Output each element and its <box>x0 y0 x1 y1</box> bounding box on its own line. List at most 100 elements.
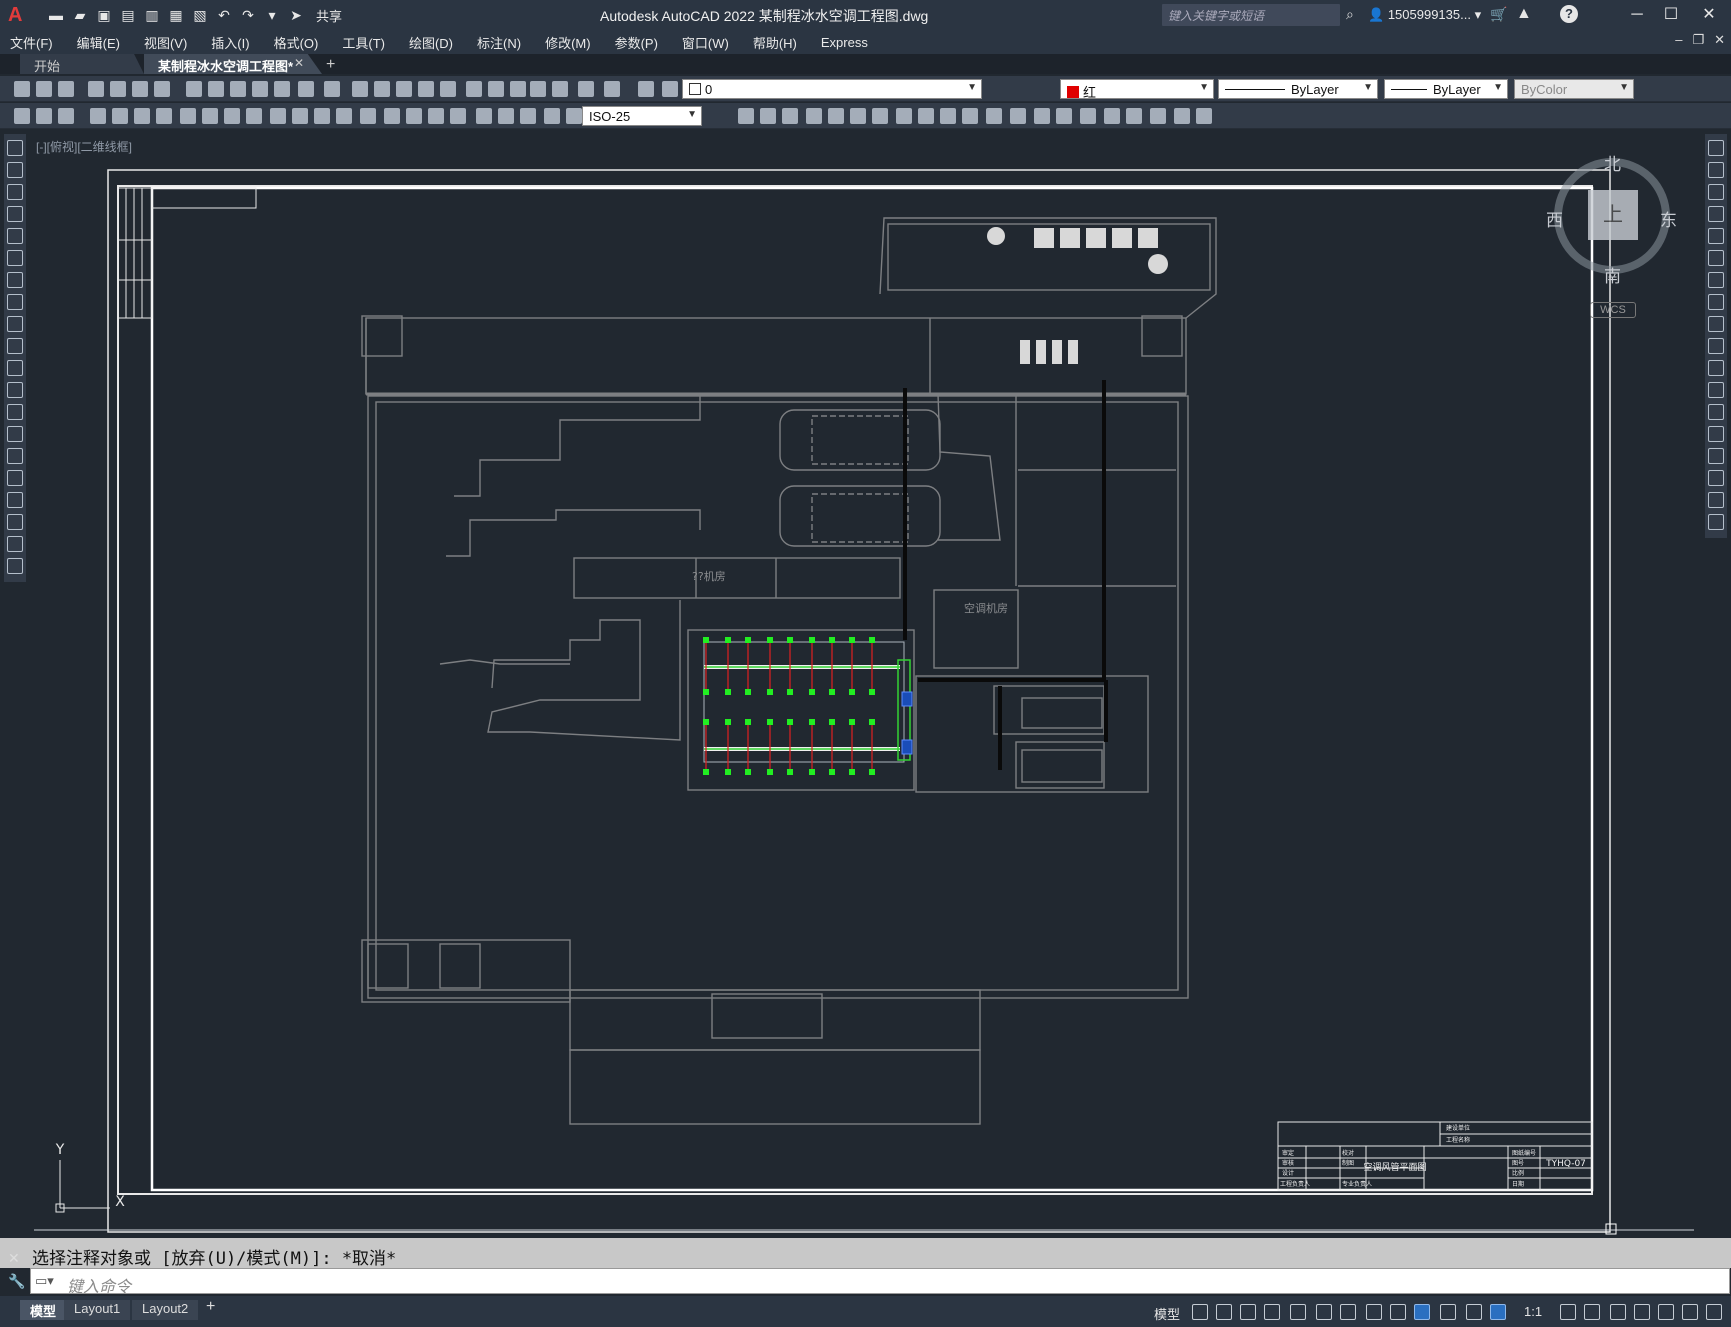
selection-grip[interactable] <box>869 637 875 643</box>
viewcube-west[interactable]: 西 <box>1546 206 1563 231</box>
draw-tool-icon[interactable] <box>7 140 23 156</box>
selection-grip[interactable] <box>767 637 773 643</box>
status-toggle-icon[interactable] <box>1584 1304 1600 1320</box>
status-toggle-icon[interactable] <box>1340 1304 1356 1320</box>
close-command-line-icon[interactable]: ✕ <box>8 1250 20 1267</box>
selection-grip[interactable] <box>849 769 855 775</box>
selection-grip[interactable] <box>829 719 835 725</box>
tab-model[interactable]: 模型 <box>20 1300 67 1320</box>
draw-tool-icon[interactable] <box>7 558 23 574</box>
draw-tool-icon[interactable] <box>7 360 23 376</box>
draw-tool-icon[interactable] <box>7 294 23 310</box>
modify-tool-icon[interactable] <box>1708 338 1724 354</box>
draw-tool-icon[interactable] <box>7 514 23 530</box>
status-toggle-icon[interactable] <box>1440 1304 1456 1320</box>
selection-grip[interactable] <box>829 689 835 695</box>
selection-grip[interactable] <box>703 769 709 775</box>
selection-grip[interactable] <box>725 769 731 775</box>
selection-grip[interactable] <box>745 689 751 695</box>
modify-tool-icon[interactable] <box>1708 272 1724 288</box>
selection-grip[interactable] <box>809 769 815 775</box>
modify-tool-icon[interactable] <box>1708 316 1724 332</box>
draw-tool-icon[interactable] <box>7 448 23 464</box>
status-toggle-icon[interactable] <box>1560 1304 1576 1320</box>
draw-tool-icon[interactable] <box>7 404 23 420</box>
selection-grip[interactable] <box>809 637 815 643</box>
modify-tool-icon[interactable] <box>1708 184 1724 200</box>
modify-tool-icon[interactable] <box>1708 404 1724 420</box>
selection-grip[interactable] <box>767 689 773 695</box>
customize-wrench-icon[interactable]: 🔧 <box>8 1273 25 1290</box>
selection-grip[interactable] <box>703 637 709 643</box>
selection-grip[interactable] <box>725 719 731 725</box>
draw-tool-icon[interactable] <box>7 206 23 222</box>
selection-grip[interactable] <box>703 719 709 725</box>
draw-tool-icon[interactable] <box>7 492 23 508</box>
selection-grip[interactable] <box>725 689 731 695</box>
command-prompt-icon[interactable]: ▭▾ <box>35 1273 54 1289</box>
selection-grip[interactable] <box>787 637 793 643</box>
modify-tool-icon[interactable] <box>1708 492 1724 508</box>
selected-duct-system[interactable] <box>703 637 913 775</box>
selection-grip[interactable] <box>787 769 793 775</box>
status-toggle-icon[interactable] <box>1682 1304 1698 1320</box>
draw-tool-icon[interactable] <box>7 250 23 266</box>
modify-tool-icon[interactable] <box>1708 426 1724 442</box>
tab-layout2[interactable]: Layout2 <box>132 1300 199 1320</box>
selection-grip[interactable] <box>829 769 835 775</box>
viewcube[interactable]: 上 北 南 东 西 <box>1546 154 1677 286</box>
draw-tool-icon[interactable] <box>7 316 23 332</box>
draw-tool-icon[interactable] <box>7 184 23 200</box>
selection-grip[interactable] <box>703 689 709 695</box>
status-toggle-icon[interactable] <box>1466 1304 1482 1320</box>
modify-tool-icon[interactable] <box>1708 140 1724 156</box>
status-toggle-icon[interactable] <box>1414 1304 1430 1320</box>
selection-grip[interactable] <box>787 689 793 695</box>
status-toggle-icon[interactable] <box>1390 1304 1406 1320</box>
viewcube-face[interactable]: 上 <box>1588 190 1638 240</box>
selection-grip[interactable] <box>869 719 875 725</box>
selection-grip[interactable] <box>809 689 815 695</box>
draw-tool-icon[interactable] <box>7 272 23 288</box>
viewcube-east[interactable]: 东 <box>1660 206 1677 231</box>
modify-tool-icon[interactable] <box>1708 206 1724 222</box>
selection-grip[interactable] <box>809 719 815 725</box>
draw-tool-icon[interactable] <box>7 382 23 398</box>
selection-grip[interactable] <box>745 769 751 775</box>
draw-tool-icon[interactable] <box>7 228 23 244</box>
modify-tool-icon[interactable] <box>1708 470 1724 486</box>
status-toggle-icon[interactable] <box>1192 1304 1208 1320</box>
modify-tool-icon[interactable] <box>1708 382 1724 398</box>
modify-tool-icon[interactable] <box>1708 294 1724 310</box>
selection-grip[interactable] <box>745 637 751 643</box>
modify-tool-icon[interactable] <box>1708 360 1724 376</box>
tab-layout1[interactable]: Layout1 <box>64 1300 131 1320</box>
status-toggle-icon[interactable] <box>1316 1304 1332 1320</box>
modify-tool-icon[interactable] <box>1708 514 1724 530</box>
selection-grip[interactable] <box>869 769 875 775</box>
selection-grip[interactable] <box>849 637 855 643</box>
viewcube-south[interactable]: 南 <box>1604 262 1621 287</box>
status-toggle-icon[interactable] <box>1216 1304 1232 1320</box>
selection-grip[interactable] <box>767 719 773 725</box>
selection-grip[interactable] <box>829 637 835 643</box>
modify-tool-icon[interactable] <box>1708 250 1724 266</box>
status-toggle-icon[interactable] <box>1658 1304 1674 1320</box>
selection-grip[interactable] <box>787 719 793 725</box>
draw-tool-icon[interactable] <box>7 536 23 552</box>
draw-tool-icon[interactable] <box>7 470 23 486</box>
draw-tool-icon[interactable] <box>7 162 23 178</box>
status-toggle-icon[interactable] <box>1634 1304 1650 1320</box>
selection-grip[interactable] <box>849 689 855 695</box>
annotation-scale[interactable]: 1:1 <box>1524 1304 1542 1319</box>
selection-grip[interactable] <box>869 689 875 695</box>
modify-tool-icon[interactable] <box>1708 228 1724 244</box>
selection-grip[interactable] <box>745 719 751 725</box>
modify-tool-icon[interactable] <box>1708 162 1724 178</box>
status-toggle-icon[interactable] <box>1610 1304 1626 1320</box>
status-toggle-icon[interactable] <box>1264 1304 1280 1320</box>
status-toggle-icon[interactable] <box>1706 1304 1722 1320</box>
status-toggle-icon[interactable] <box>1366 1304 1382 1320</box>
command-input[interactable]: ▭▾ 键入命令 <box>30 1268 1730 1296</box>
model-space-toggle[interactable]: 模型 <box>1154 1304 1180 1323</box>
